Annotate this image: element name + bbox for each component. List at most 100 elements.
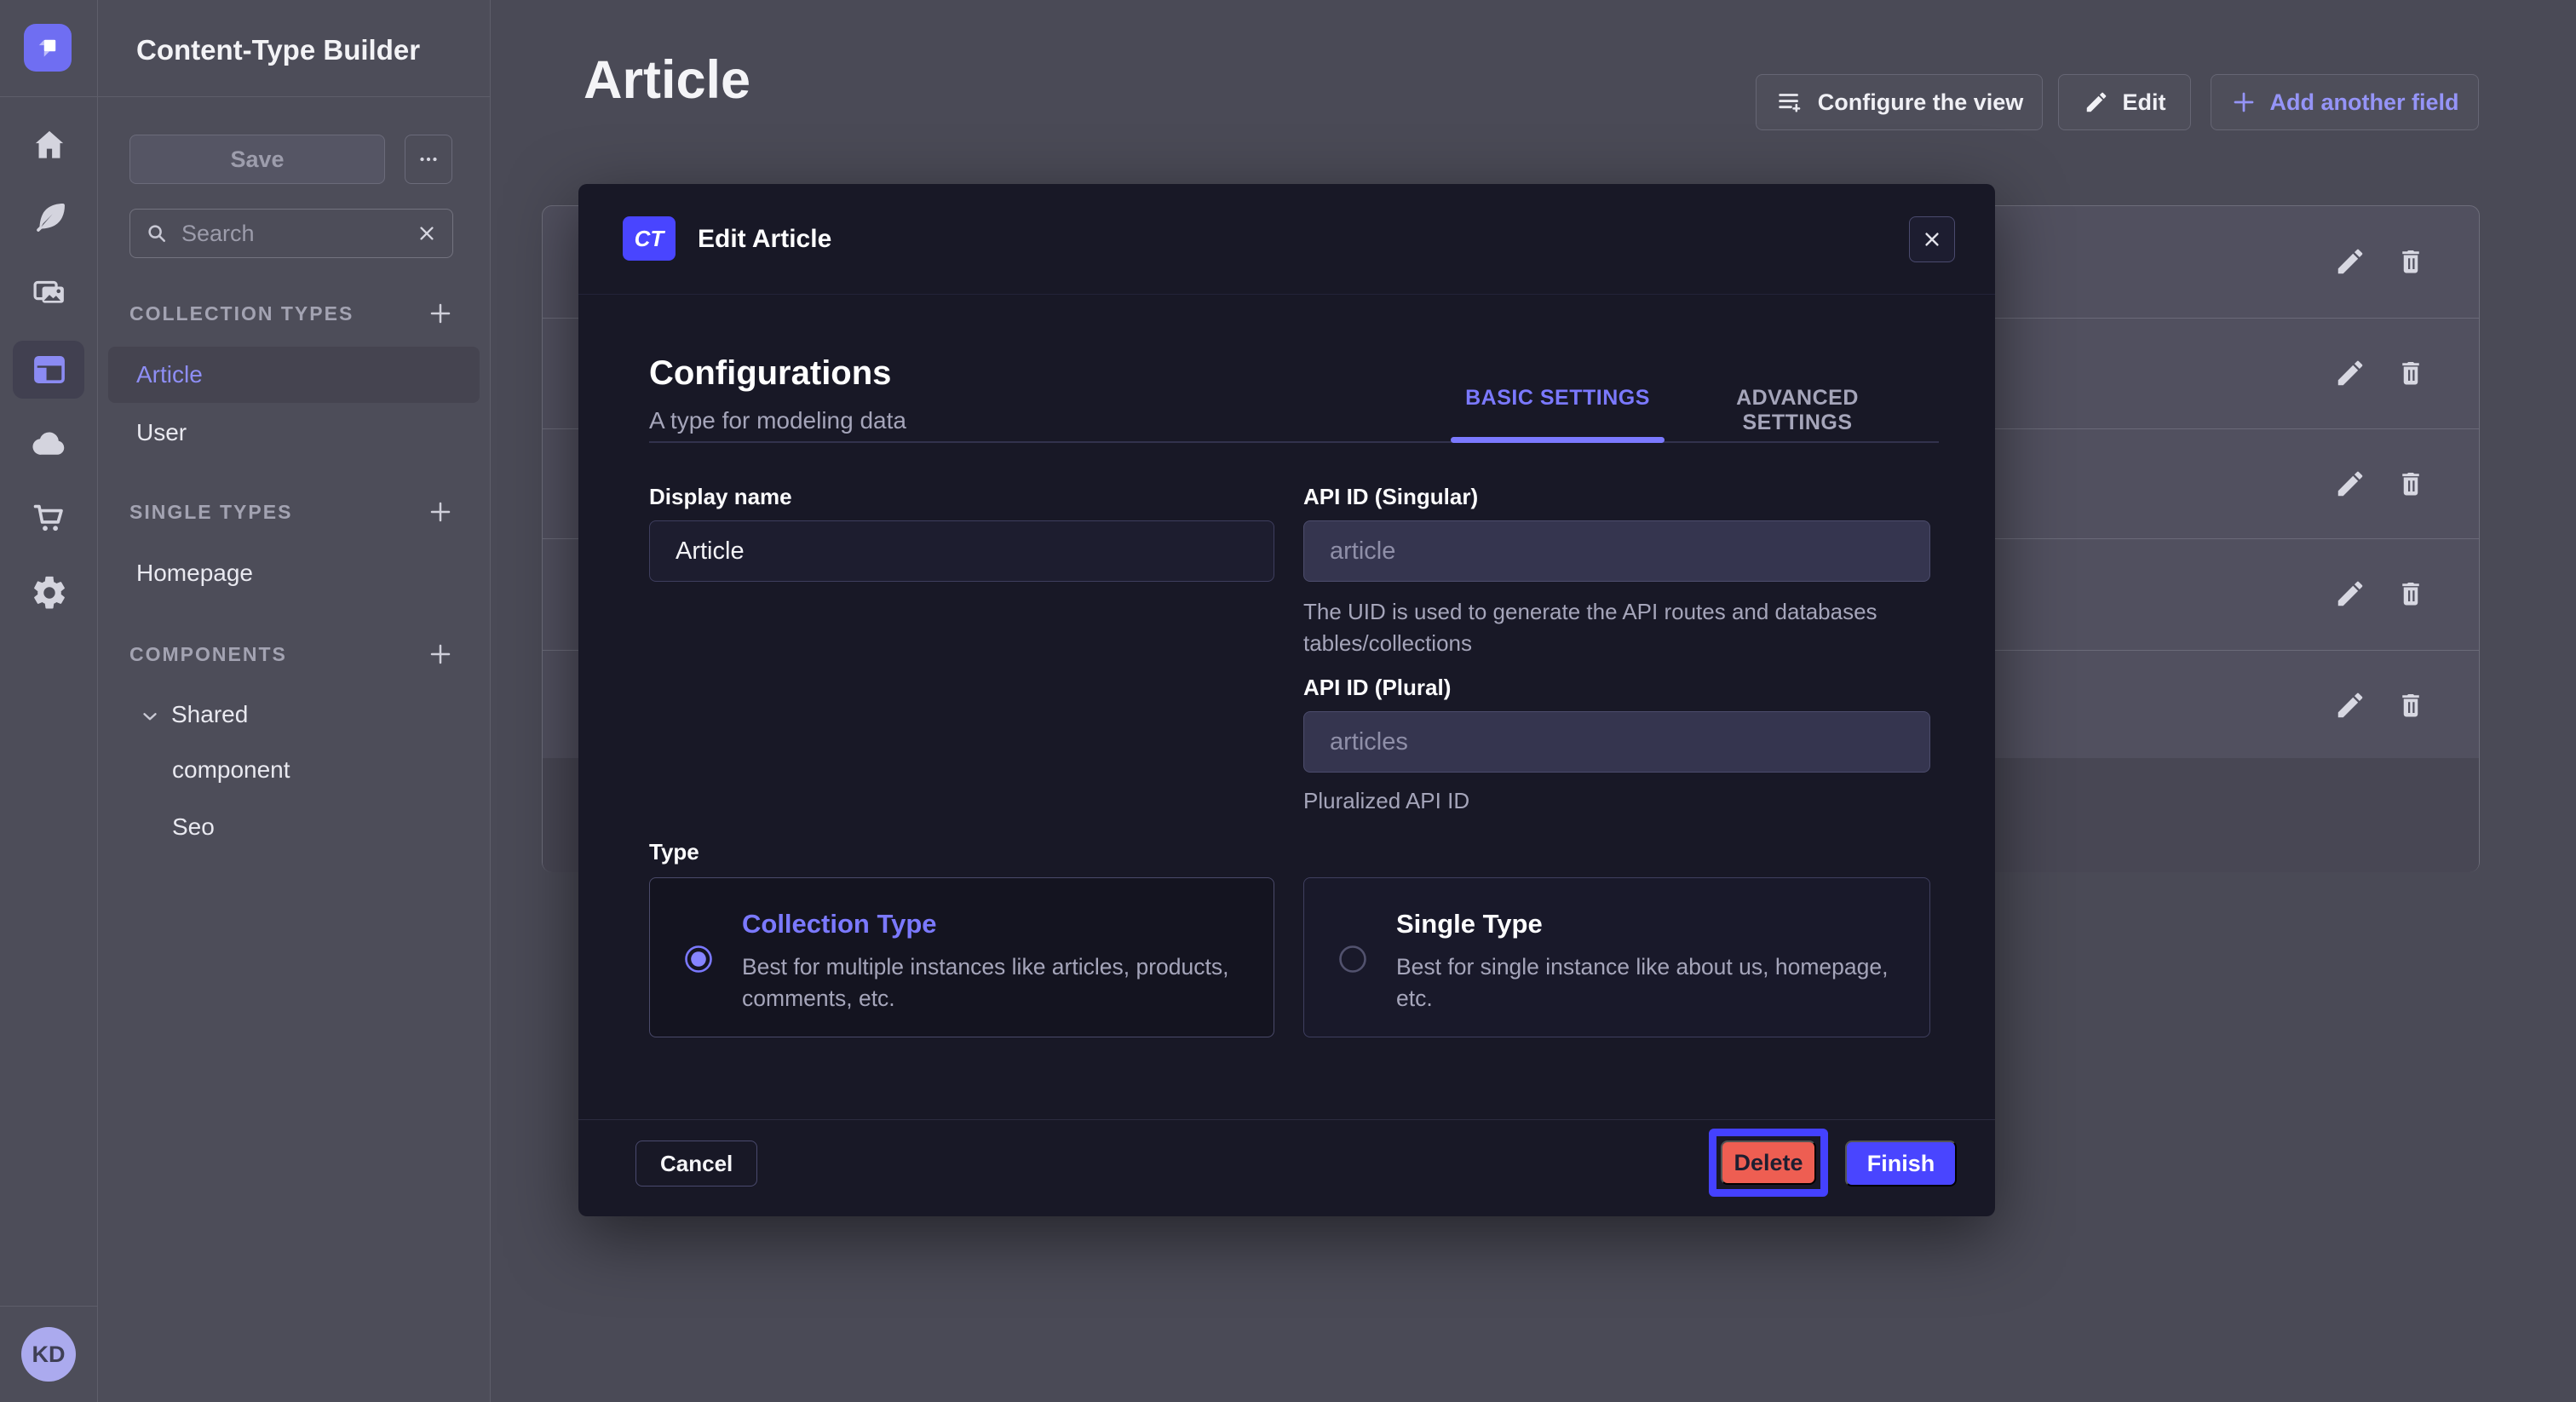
cancel-button[interactable]: Cancel bbox=[635, 1141, 757, 1187]
modal-header: CT Edit Article bbox=[578, 184, 1995, 295]
sidebar-item-user[interactable]: User bbox=[136, 419, 187, 446]
edit-field-icon[interactable] bbox=[2334, 357, 2366, 389]
collection-type-title: Collection Type bbox=[742, 909, 937, 939]
plus-icon bbox=[2231, 89, 2257, 115]
edit-field-icon[interactable] bbox=[2334, 468, 2366, 500]
rail-bottom-divider bbox=[0, 1306, 98, 1307]
active-tab-indicator bbox=[1451, 437, 1665, 443]
header-divider bbox=[0, 96, 491, 97]
row-actions bbox=[2334, 318, 2426, 428]
section-label: COLLECTION TYPES bbox=[129, 302, 354, 325]
row-actions bbox=[2334, 428, 2426, 539]
sidebar-item-home[interactable] bbox=[0, 115, 98, 175]
cloud-icon bbox=[29, 423, 70, 464]
api-id-plural-helper: Pluralized API ID bbox=[1303, 785, 1469, 817]
sidebar-item-marketplace[interactable] bbox=[0, 488, 98, 548]
section-label: SINGLE TYPES bbox=[129, 501, 292, 524]
edit-article-modal: CT Edit Article Configurations A type fo… bbox=[578, 184, 1995, 1216]
tab-advanced-settings[interactable]: ADVANCED SETTINGS bbox=[1686, 386, 1909, 435]
edit-field-icon[interactable] bbox=[2334, 245, 2366, 278]
type-label: Type bbox=[649, 839, 699, 865]
marketplace-cart-icon bbox=[30, 498, 69, 537]
edit-field-icon[interactable] bbox=[2334, 689, 2366, 721]
sidebar-item-component[interactable]: component bbox=[172, 756, 290, 784]
configurations-heading: Configurations bbox=[649, 354, 891, 393]
group-label: Shared bbox=[171, 701, 248, 727]
sidebar-item-content-type-builder[interactable] bbox=[0, 340, 98, 399]
delete-field-icon[interactable] bbox=[2395, 468, 2426, 499]
content-type-builder-icon bbox=[30, 350, 69, 389]
edit-label: Edit bbox=[2123, 89, 2166, 116]
configurations-subtitle: A type for modeling data bbox=[649, 407, 906, 434]
radio-selected-icon[interactable] bbox=[684, 945, 713, 974]
user-avatar[interactable]: KD bbox=[21, 1327, 76, 1382]
sidebar-item-content-manager[interactable] bbox=[0, 187, 98, 247]
add-collection-type-icon[interactable] bbox=[428, 301, 453, 326]
ellipsis-icon bbox=[416, 147, 441, 172]
delete-button-highlight-ring: Delete bbox=[1709, 1129, 1828, 1197]
api-id-plural-label: API ID (Plural) bbox=[1303, 675, 1451, 701]
section-components: COMPONENTS bbox=[129, 639, 453, 669]
sidebar-item-settings[interactable] bbox=[0, 563, 98, 623]
display-name-label: Display name bbox=[649, 484, 792, 510]
chevron-down-icon bbox=[139, 705, 161, 727]
delete-button[interactable]: Delete bbox=[1721, 1141, 1816, 1185]
close-modal-button[interactable] bbox=[1909, 216, 1955, 262]
delete-field-icon[interactable] bbox=[2395, 246, 2426, 277]
sidebar-item-seo[interactable]: Seo bbox=[172, 813, 215, 841]
delete-field-icon[interactable] bbox=[2395, 690, 2426, 721]
api-id-singular-helper: The UID is used to generate the API rout… bbox=[1303, 596, 1900, 659]
strapi-logo[interactable] bbox=[24, 24, 72, 72]
add-component-icon[interactable] bbox=[428, 641, 453, 667]
add-another-field-button[interactable]: Add another field bbox=[2211, 74, 2479, 130]
finish-button[interactable]: Finish bbox=[1845, 1141, 1957, 1187]
tab-basic-settings[interactable]: BASIC SETTINGS bbox=[1451, 386, 1665, 411]
collection-type-card[interactable]: Collection Type Best for multiple instan… bbox=[649, 877, 1274, 1037]
delete-field-icon[interactable] bbox=[2395, 578, 2426, 609]
tabs-divider bbox=[649, 441, 1939, 443]
pencil-icon bbox=[2084, 89, 2109, 115]
media-library-icon bbox=[30, 273, 69, 312]
configure-view-button[interactable]: Configure the view bbox=[1756, 74, 2043, 130]
content-type-badge: CT bbox=[623, 216, 676, 261]
page-title: Article bbox=[584, 49, 750, 111]
collection-type-description: Best for multiple instances like article… bbox=[742, 951, 1266, 1014]
single-type-description: Best for single instance like about us, … bbox=[1396, 951, 1920, 1014]
close-icon bbox=[1920, 227, 1944, 251]
plugin-title: Content-Type Builder bbox=[136, 34, 420, 66]
configure-view-label: Configure the view bbox=[1818, 89, 2024, 116]
edit-button[interactable]: Edit bbox=[2058, 74, 2191, 130]
search-icon bbox=[144, 221, 170, 246]
sidebar-group-shared[interactable]: Shared bbox=[139, 701, 248, 728]
sidebar-item-media-library[interactable] bbox=[0, 262, 98, 322]
save-button[interactable]: Save bbox=[129, 135, 385, 184]
section-single-types: SINGLE TYPES bbox=[129, 497, 453, 527]
home-icon bbox=[31, 126, 68, 164]
delete-field-icon[interactable] bbox=[2395, 358, 2426, 388]
modal-footer-divider bbox=[578, 1119, 1995, 1120]
radio-unselected-icon[interactable] bbox=[1338, 945, 1367, 974]
add-single-type-icon[interactable] bbox=[428, 499, 453, 525]
sidebar-item-deploy[interactable] bbox=[0, 414, 98, 474]
strapi-logo-icon bbox=[33, 33, 62, 62]
display-name-input[interactable] bbox=[649, 520, 1274, 582]
search-input[interactable] bbox=[181, 221, 403, 247]
app-root: KD Content-Type Builder Save COLLECTION … bbox=[0, 0, 2576, 1402]
configure-view-icon bbox=[1775, 88, 1804, 117]
search-field[interactable] bbox=[129, 209, 453, 258]
single-type-card[interactable]: Single Type Best for single instance lik… bbox=[1303, 877, 1930, 1037]
row-actions bbox=[2334, 650, 2426, 761]
sidebar-item-article[interactable]: Article bbox=[136, 361, 203, 388]
api-id-singular-label: API ID (Singular) bbox=[1303, 484, 1478, 510]
single-type-title: Single Type bbox=[1396, 909, 1543, 939]
clear-search-icon[interactable] bbox=[415, 221, 439, 245]
modal-title: Edit Article bbox=[698, 225, 831, 254]
edit-field-icon[interactable] bbox=[2334, 577, 2366, 610]
section-collection-types: COLLECTION TYPES bbox=[129, 298, 453, 329]
feather-icon bbox=[31, 198, 68, 236]
settings-gear-icon bbox=[30, 573, 69, 612]
plugin-sidebar: Content-Type Builder Save COLLECTION TYP… bbox=[98, 0, 491, 1402]
sidebar-item-homepage[interactable]: Homepage bbox=[136, 560, 253, 587]
more-actions-button[interactable] bbox=[405, 135, 452, 184]
api-id-singular-input bbox=[1303, 520, 1930, 582]
